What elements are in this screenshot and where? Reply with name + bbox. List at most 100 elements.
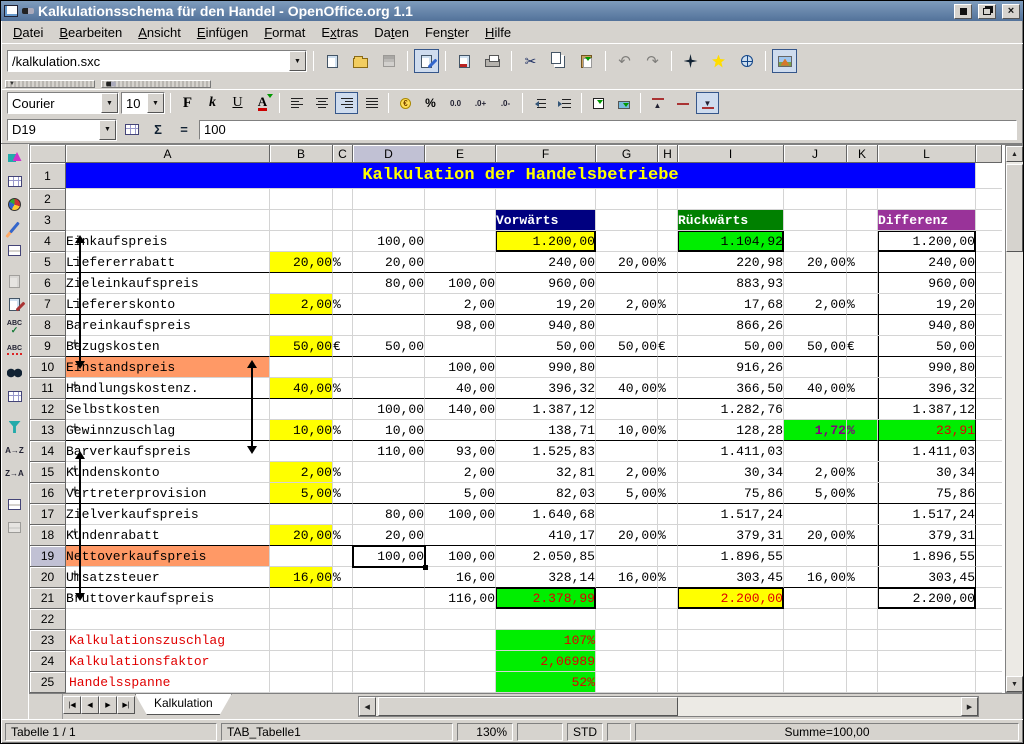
cell-H19[interactable] [658,546,678,567]
cell-L17[interactable]: 1.517,24 [878,504,976,525]
insert-cells-button[interactable] [3,170,27,192]
previous-sheet-button[interactable]: ◀ [81,696,99,714]
sum-button[interactable]: Σ [147,120,169,140]
cell-C19[interactable] [333,546,353,567]
cell-I13[interactable]: 128,28 [678,420,784,441]
cell-G16[interactable]: 5,00 [596,483,658,504]
cell-K16[interactable]: % [847,483,878,504]
cell-K2[interactable] [847,189,878,210]
cell-J3[interactable] [784,210,847,231]
sort-descending-button[interactable]: Z→A [3,462,27,484]
function-button[interactable]: = [173,120,195,140]
cell-D2[interactable] [353,189,425,210]
cell-G13[interactable]: 10,00 [596,420,658,441]
align-right-button[interactable] [335,92,358,114]
font-name-combobox[interactable]: Courier ▼ [7,92,119,114]
cell-H24[interactable] [658,651,678,672]
cell-H8[interactable] [658,315,678,336]
status-zoom[interactable]: 130% [457,723,513,741]
minimize-button[interactable] [954,4,972,19]
cell-A15[interactable]: +Kundenskonto [66,462,270,483]
cell-F14[interactable]: 1.525,83 [496,441,596,462]
cell-C5[interactable]: % [333,252,353,273]
cell-H18[interactable]: % [658,525,678,546]
menu-item-2[interactable]: Ansicht [130,23,189,42]
cell-F15[interactable]: 32,81 [496,462,596,483]
name-box[interactable]: D19 ▼ [7,119,117,141]
cell-L9[interactable]: 50,00 [878,336,976,357]
cell-J8[interactable] [784,315,847,336]
cell-A22[interactable] [66,609,270,630]
corner-box[interactable] [30,145,66,163]
cell-I21[interactable]: 2.200,00 [678,588,784,609]
cell-B24[interactable] [270,651,333,672]
sort-ascending-button[interactable]: A→Z [3,439,27,461]
cell-E10[interactable]: 100,00 [425,357,496,378]
name-box-dropdown[interactable]: ▼ [99,120,116,140]
cell-F21[interactable]: 2.378,99 [496,588,596,609]
cell-H7[interactable]: % [658,294,678,315]
cell-L23[interactable] [878,630,976,651]
cell-L12[interactable]: 1.387,12 [878,399,976,420]
cell-B20[interactable]: 16,00 [270,567,333,588]
format-currency-button[interactable]: € [394,92,417,114]
cell-A18[interactable]: +Kundenrabatt [66,525,270,546]
font-name-dropdown[interactable]: ▼ [101,93,118,113]
cell-I3[interactable]: Rückwärts [678,210,784,231]
format-paintbrush-button[interactable] [3,293,27,315]
menu-item-5[interactable]: Extras [313,23,366,42]
cell-G14[interactable] [596,441,658,462]
cell-F4[interactable]: 1.200,00 [496,231,596,252]
cell-K4[interactable] [847,231,878,252]
cell-I19[interactable]: 1.896,55 [678,546,784,567]
cell-C6[interactable] [333,273,353,294]
decrease-indent-button[interactable] [528,92,551,114]
col-header-I[interactable]: I [678,145,784,163]
cell-H13[interactable]: % [658,420,678,441]
cell-I17[interactable]: 1.517,24 [678,504,784,525]
cell-D17[interactable]: 80,00 [353,504,425,525]
cell-C24[interactable] [333,651,353,672]
cell-J21[interactable] [784,588,847,609]
cell-K3[interactable] [847,210,878,231]
open-button[interactable] [348,49,373,73]
valign-bottom-button[interactable]: ▼ [696,92,719,114]
menu-item-3[interactable]: Einfügen [189,23,256,42]
cell-J20[interactable]: 16,00 [784,567,847,588]
row-header-23[interactable]: 23 [30,630,66,651]
cell-F8[interactable]: 940,80 [496,315,596,336]
cell-L19[interactable]: 1.896,55 [878,546,976,567]
cell-F22[interactable] [496,609,596,630]
cell-E23[interactable] [425,630,496,651]
paste-button[interactable] [574,49,599,73]
cell-H2[interactable] [658,189,678,210]
cell-K9[interactable]: € [847,336,878,357]
cell-G17[interactable] [596,504,658,525]
cell-I15[interactable]: 30,34 [678,462,784,483]
cell-B14[interactable] [270,441,333,462]
cell-L7[interactable]: 19,20 [878,294,976,315]
cell-I24[interactable] [678,651,784,672]
status-sum[interactable]: Summe=100,00 [635,723,1019,741]
cell-E11[interactable]: 40,00 [425,378,496,399]
cell-F19[interactable]: 2.050,85 [496,546,596,567]
cell-J4[interactable] [784,231,847,252]
row-header-1[interactable]: 1 [30,163,66,189]
cell-I23[interactable] [678,630,784,651]
cell-K21[interactable] [847,588,878,609]
hyperlink-button[interactable] [734,49,759,73]
cell-F2[interactable] [496,189,596,210]
cell-A9[interactable]: +Bezugskosten [66,336,270,357]
align-center-button[interactable] [310,92,333,114]
status-page-style[interactable]: TAB_Tabelle1 [221,723,453,741]
cell-A20[interactable]: +Umsatzsteuer [66,567,270,588]
cell-I10[interactable]: 916,26 [678,357,784,378]
cell-F25[interactable]: 52% [496,672,596,693]
formula-input[interactable]: 100 [199,120,1017,140]
increase-indent-button[interactable] [553,92,576,114]
scroll-up-button[interactable]: ▲ [1006,146,1023,162]
cell-G23[interactable] [596,630,658,651]
cell-J25[interactable] [784,672,847,693]
add-decimal-button[interactable]: .0+ [469,92,492,114]
cell-L21[interactable]: 2.200,00 [878,588,976,609]
